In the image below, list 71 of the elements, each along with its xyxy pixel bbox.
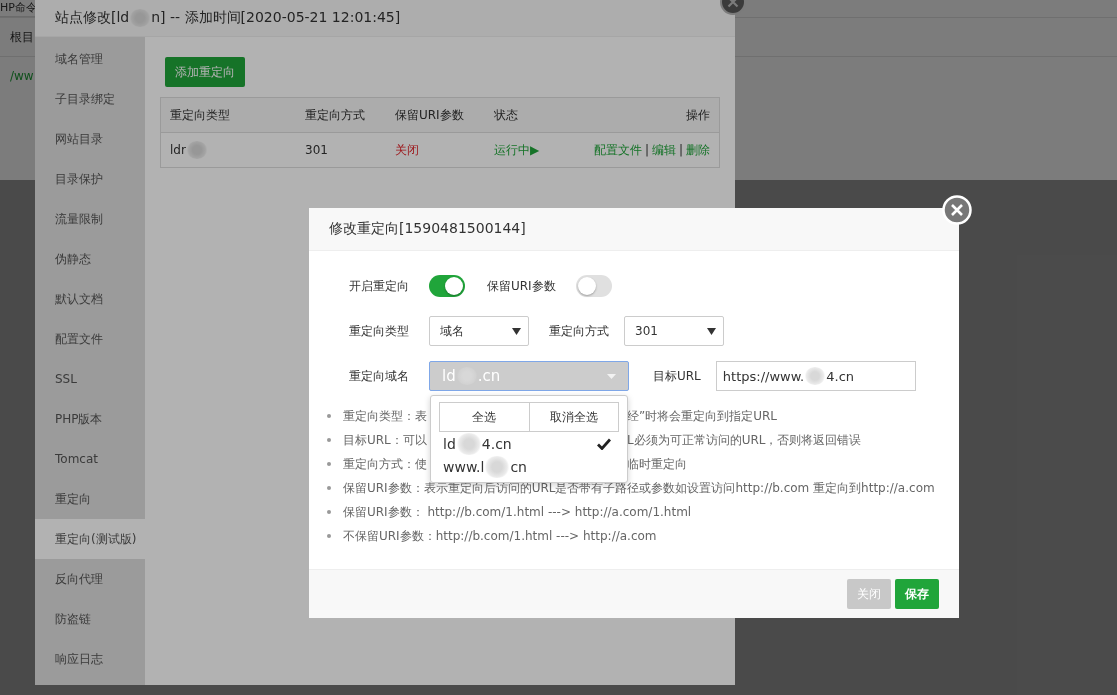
sidebar-item[interactable]: SSL — [35, 359, 145, 399]
table-cell: ldr — [170, 143, 186, 157]
redaction-blur — [455, 432, 482, 455]
field-label: 保留URI参数 — [487, 277, 556, 295]
dropdown-option[interactable]: ld 4.cn — [439, 432, 619, 455]
field-label: 目标URL — [653, 367, 701, 385]
dialog-title: 修改重定向[1590481500144] — [329, 220, 526, 238]
dialog-title: n] -- 添加时间[2020-05-21 12:01:45] — [151, 9, 401, 27]
action-link[interactable]: 配置文件 — [593, 141, 642, 159]
sidebar-item[interactable]: 重定向(测试版) — [35, 519, 145, 559]
table-cell-text: 301 — [305, 143, 329, 157]
redaction-blur — [804, 367, 827, 385]
field-label: 开启重定向 — [348, 277, 410, 295]
bullet-icon — [327, 438, 331, 442]
bullet-icon — [327, 510, 331, 514]
hint-text: 保留URI参数： http://b.com/1.html ---> http://a.com/1.html — [343, 504, 692, 519]
select-all-button[interactable]: 全选 — [439, 402, 530, 432]
redaction-blur — [484, 455, 511, 478]
column-header: 状态 — [494, 106, 519, 124]
sidebar-item[interactable]: 重定向 — [35, 479, 145, 519]
dialog-button[interactable]: 保存 — [895, 579, 939, 609]
sidebar-item[interactable]: 防盗链 — [35, 599, 145, 639]
sidebar-item[interactable]: 配置文件 — [35, 319, 145, 359]
bullet-icon — [327, 486, 331, 490]
sidebar-item[interactable]: 反向代理 — [35, 559, 145, 599]
sidebar-item[interactable]: PHP版本 — [35, 399, 145, 439]
hint-text: 临时重定向 — [627, 456, 687, 471]
caret-icon — [607, 374, 616, 379]
sidebar-item[interactable]: 子目录绑定 — [35, 79, 145, 119]
toggle-switch[interactable] — [429, 275, 465, 297]
column-header: 重定向方式 — [305, 106, 366, 124]
column-header: 操作 — [685, 106, 710, 124]
sidebar-item[interactable]: 响应日志 — [35, 639, 145, 679]
hint-text: L必须为可正常访问的URL，否则将返回错误 — [627, 432, 862, 447]
separator: | — [678, 143, 683, 157]
table-cell-text: 关闭 — [395, 141, 420, 159]
dropdown-option[interactable]: www.l cn — [439, 455, 619, 478]
select-all-button[interactable]: 取消全选 — [529, 402, 619, 432]
field-label: 重定向方式 — [549, 322, 609, 340]
sidebar-item[interactable]: 网站目录 — [35, 119, 145, 159]
hint-text: 重定向类型：表 — [343, 408, 427, 423]
action-link[interactable]: 删除 — [686, 141, 710, 159]
column-header: 保留URI参数 — [395, 106, 465, 124]
bullet-icon — [327, 534, 331, 538]
hint-text: 目标URL：可以 — [343, 432, 427, 447]
field-label: 重定向类型 — [348, 322, 410, 340]
hint-text: 重定向方式：使 — [343, 456, 427, 471]
sidebar-item[interactable]: 默认文档 — [35, 279, 145, 319]
hint-text: 不保留URI参数：http://b.com/1.html ---> http://a.com — [343, 528, 657, 543]
status-text: 运行中▶ — [494, 141, 541, 159]
bullet-icon — [327, 414, 331, 418]
toggle-switch[interactable] — [575, 275, 612, 297]
hint-text: 经”时将会重定向到指定URL — [627, 408, 778, 423]
table-cell: 根目 — [10, 28, 34, 46]
url-input[interactable]: https://www. 4.cn — [715, 361, 916, 391]
sidebar-item[interactable]: Tomcat — [35, 439, 145, 479]
add-redirect-button[interactable]: 添加重定向 — [165, 57, 245, 87]
select-field[interactable]: 域名 — [429, 316, 529, 346]
sidebar-item[interactable]: 流量限制 — [35, 199, 145, 239]
sidebar-item[interactable]: 域名管理 — [35, 39, 145, 79]
sidebar-item[interactable]: 目录保护 — [35, 159, 145, 199]
sidebar-item[interactable]: 伪静态 — [35, 239, 145, 279]
separator: | — [644, 143, 649, 157]
table-cell: /ww — [10, 69, 34, 83]
field-label: 重定向域名 — [348, 367, 410, 385]
caret-icon — [512, 328, 521, 335]
column-header: 重定向类型 — [170, 106, 231, 124]
caret-icon — [707, 328, 716, 335]
bullet-icon — [327, 462, 331, 466]
select-field[interactable]: 301 — [624, 316, 724, 346]
action-link[interactable]: 编辑 — [651, 141, 676, 159]
